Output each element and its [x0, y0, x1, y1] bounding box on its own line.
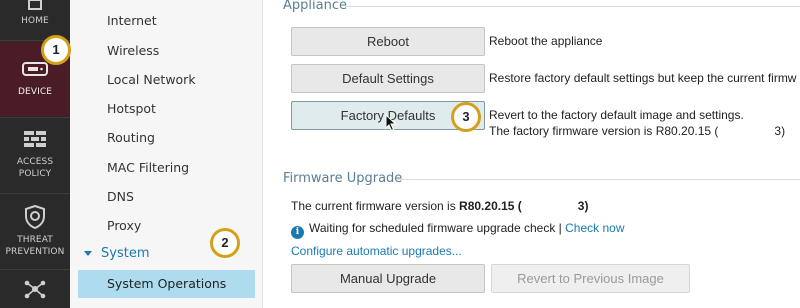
section-divider	[345, 6, 800, 7]
caret-down-icon	[84, 251, 92, 256]
configure-upgrades-link[interactable]: Configure automatic upgrades...	[291, 244, 462, 258]
factory-version-suffix: 3)	[774, 124, 786, 138]
factory-version-text: The factory firmware version is R80.20.1…	[489, 124, 719, 138]
nav-item-routing[interactable]: Routing	[107, 130, 155, 145]
step-badge-3: 3	[451, 102, 481, 132]
cursor-icon	[385, 114, 397, 132]
factory-defaults-description: Revert to the factory default image and …	[489, 108, 744, 122]
redacted-build	[521, 200, 578, 214]
nav-logs[interactable]	[0, 270, 70, 308]
step-badge-2: 2	[210, 228, 240, 258]
nav-device-label: DEVICE	[18, 87, 52, 97]
redacted-build	[718, 125, 775, 139]
nav-threat-label: THREAT PREVENTION	[5, 234, 65, 257]
current-firmware-prefix: The current firmware version is	[291, 199, 460, 213]
nav-item-system-operations[interactable]: System Operations	[78, 270, 255, 298]
nav-group-system-label: System	[101, 246, 150, 261]
nav-home[interactable]: HOME	[0, 0, 70, 40]
nav-item-wireless[interactable]: Wireless	[107, 43, 159, 58]
home-icon	[28, 0, 42, 10]
appliance-section-title: Appliance	[283, 0, 347, 13]
section-divider	[396, 179, 800, 180]
upgrade-check-status: i Waiting for scheduled firmware upgrade …	[291, 221, 625, 239]
nav-item-mac-filtering[interactable]: MAC Filtering	[107, 160, 189, 175]
factory-firmware-version: The factory firmware version is R80.20.1…	[489, 124, 786, 139]
manual-upgrade-button[interactable]: Manual Upgrade	[291, 264, 485, 293]
nav-item-dns[interactable]: DNS	[107, 189, 134, 204]
settings-nav: Internet Wireless Local Network Hotspot …	[70, 0, 263, 308]
default-settings-button[interactable]: Default Settings	[291, 64, 485, 93]
firmware-section-title: Firmware Upgrade	[283, 171, 403, 186]
step-badge-1: 1	[41, 35, 71, 65]
current-firmware-version: R80.20.15 (	[459, 199, 522, 213]
shield-icon	[25, 204, 45, 229]
nav-home-label: HOME	[21, 16, 49, 26]
nav-threat-prevention[interactable]: THREAT PREVENTION	[0, 194, 70, 268]
nav-access-label: ACCESS POLICY	[16, 157, 54, 179]
network-icon	[24, 280, 46, 299]
reboot-button[interactable]: Reboot	[291, 27, 485, 56]
current-firmware-suffix: 3)	[577, 199, 589, 213]
current-firmware-text: The current firmware version is R80.20.1…	[291, 199, 589, 214]
waiting-text: Waiting for scheduled firmware upgrade c…	[309, 221, 566, 235]
nav-item-local-network[interactable]: Local Network	[107, 72, 196, 87]
revert-image-button[interactable]: Revert to Previous Image	[491, 264, 690, 293]
reboot-description: Reboot the appliance	[489, 34, 603, 48]
nav-access-policy[interactable]: ACCESS POLICY	[0, 118, 70, 192]
nav-group-system[interactable]: System	[84, 246, 149, 261]
nav-item-internet[interactable]: Internet	[107, 13, 157, 28]
default-settings-description: Restore factory default settings but kee…	[489, 71, 797, 85]
nav-item-proxy[interactable]: Proxy	[107, 218, 141, 233]
check-now-link[interactable]: Check now	[565, 221, 624, 235]
info-icon: i	[291, 226, 304, 239]
device-icon	[22, 62, 48, 76]
nav-item-hotspot[interactable]: Hotspot	[107, 101, 156, 116]
firewall-icon	[24, 131, 46, 147]
